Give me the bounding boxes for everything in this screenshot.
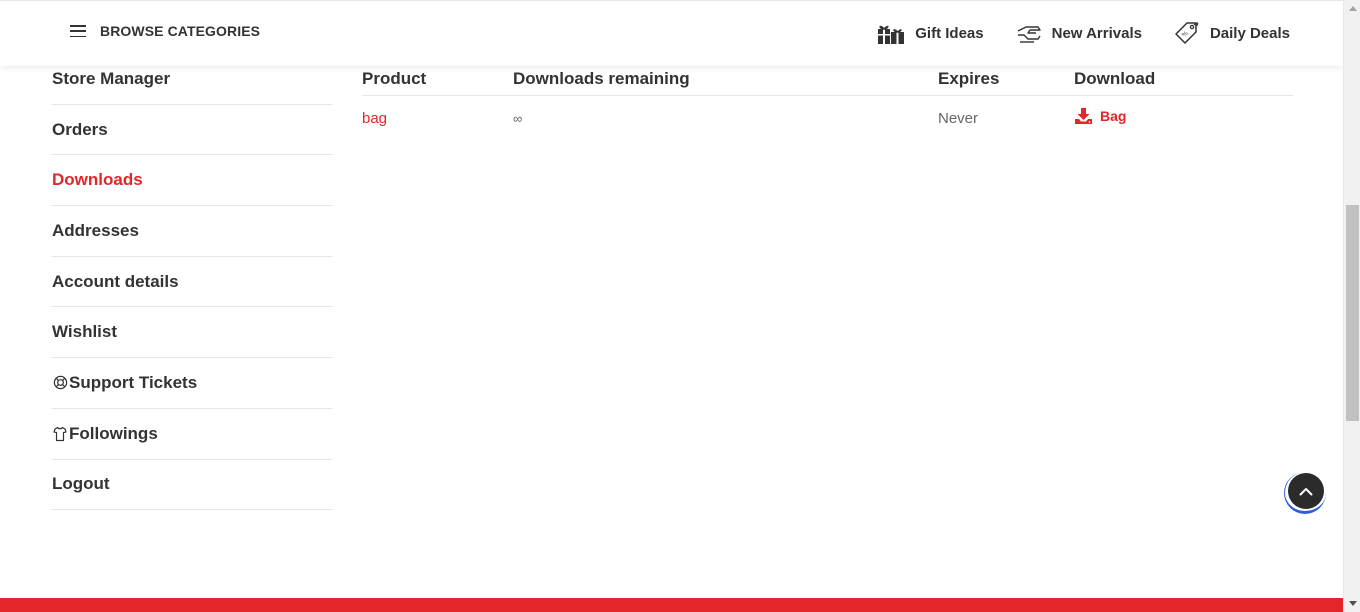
download-icon <box>1074 107 1093 125</box>
download-cell: Bag <box>1074 107 1293 129</box>
nav-item-label: Support Tickets <box>69 372 198 392</box>
new-arrivals-label: New Arrivals <box>1051 24 1142 42</box>
browse-categories-label: BROWSE CATEGORIES <box>100 23 261 39</box>
nav-item-label: Addresses <box>52 220 139 240</box>
nav-item-downloads[interactable]: Downloads <box>52 155 332 207</box>
table-header-row: Product Downloads remaining Expires Down… <box>362 62 1293 96</box>
table-row: bag ∞ Never Bag <box>362 96 1293 140</box>
nav-item-followings[interactable]: Followings <box>52 409 332 460</box>
svg-text:%: % <box>1181 30 1190 39</box>
nav-item-logout[interactable]: Logout <box>52 460 332 511</box>
nav-item-label: Logout <box>52 474 110 494</box>
product-link[interactable]: bag <box>362 110 387 127</box>
nav-item-label: Downloads <box>52 170 143 190</box>
back-to-top-circle <box>1288 473 1324 509</box>
page: BROWSE CATEGORIES Gift Ideas New Arrival… <box>0 0 1343 612</box>
nav-item-content: Support Tickets <box>52 373 197 393</box>
download-file-button[interactable]: Bag <box>1074 107 1126 125</box>
hamburger-menu-icon <box>70 25 86 37</box>
nav-item-account-details[interactable]: Account details <box>52 257 332 308</box>
browse-categories-button[interactable]: BROWSE CATEGORIES <box>70 23 260 39</box>
download-file-label: Bag <box>1100 108 1127 124</box>
expires-cell: Never <box>938 109 979 127</box>
new-arrivals-icon <box>1014 20 1044 46</box>
daily-deals-link[interactable]: % Daily Deals <box>1172 20 1290 46</box>
nav-item-wishlist[interactable]: Wishlist <box>52 307 332 359</box>
daily-deals-label: Daily Deals <box>1209 24 1290 42</box>
nav-item-label: Store Manager <box>52 68 171 88</box>
column-header-download: Download <box>1074 68 1156 88</box>
shirt-icon <box>52 426 68 442</box>
nav-item-addresses[interactable]: Addresses <box>52 206 332 257</box>
scrollbar-thumb[interactable] <box>1346 205 1359 421</box>
nav-item-label: Orders <box>52 119 108 139</box>
gift-icon <box>877 20 907 46</box>
gift-ideas-label: Gift Ideas <box>915 24 984 42</box>
vertical-scrollbar[interactable] <box>1343 0 1360 612</box>
gift-ideas-link[interactable]: Gift Ideas <box>877 20 984 46</box>
chevron-up-icon <box>1299 487 1313 496</box>
nav-item-label: Followings <box>69 423 158 443</box>
price-tag-icon: % <box>1172 20 1202 46</box>
footer-strip <box>0 598 1343 612</box>
scroll-down-arrow-icon[interactable] <box>1344 595 1360 612</box>
nav-item-orders[interactable]: Orders <box>52 105 332 156</box>
product-cell: bag <box>362 110 513 127</box>
back-to-top-button[interactable] <box>1284 472 1326 514</box>
new-arrivals-link[interactable]: New Arrivals <box>1014 20 1142 46</box>
downloads-table: Product Downloads remaining Expires Down… <box>362 62 1293 140</box>
nav-item-content: Followings <box>52 424 158 444</box>
scroll-up-arrow-icon[interactable] <box>1344 0 1360 17</box>
nav-item-support-tickets[interactable]: Support Tickets <box>52 358 332 409</box>
top-header: BROWSE CATEGORIES Gift Ideas New Arrival… <box>0 0 1343 66</box>
column-header-expires: Expires <box>938 68 1000 88</box>
nav-item-label: Account details <box>52 271 179 291</box>
column-header-downloads-remaining: Downloads remaining <box>513 68 690 88</box>
column-header-product: Product <box>362 68 427 88</box>
lifebuoy-icon <box>52 375 68 391</box>
nav-item-label: Wishlist <box>52 322 118 342</box>
header-quick-links: Gift Ideas New Arrivals % Daily Deals <box>877 20 1290 46</box>
account-navigation: Store Manager Orders Downloads Addresses… <box>52 54 332 511</box>
downloads-remaining-cell: ∞ <box>513 110 523 126</box>
